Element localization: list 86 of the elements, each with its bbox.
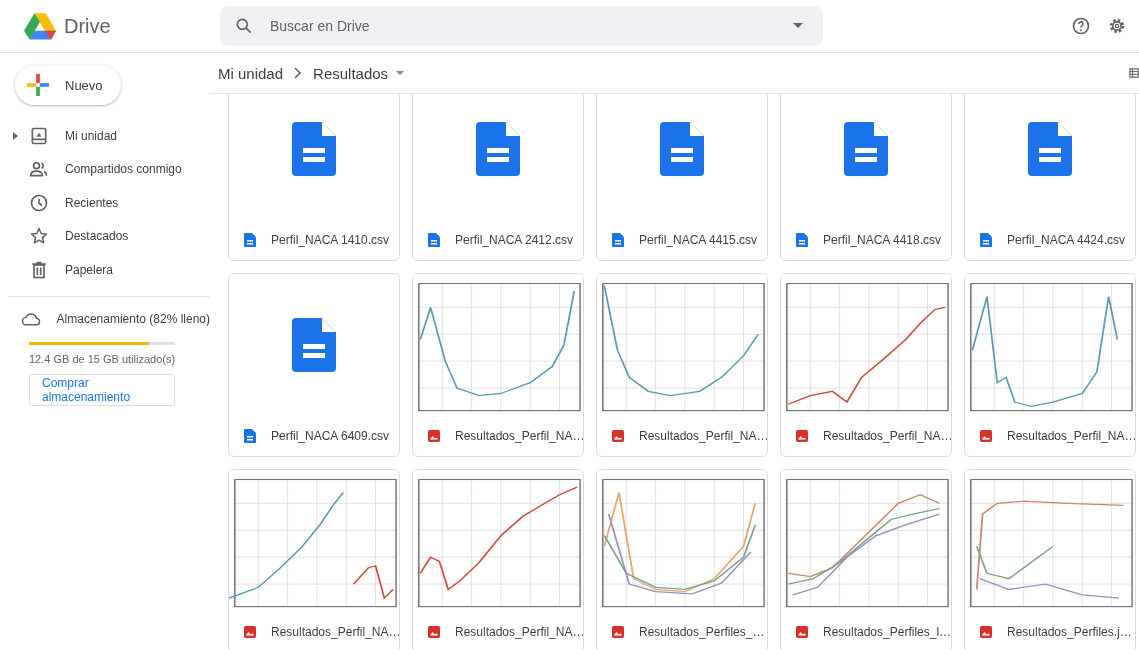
breadcrumb-link[interactable]: Resultados	[313, 64, 389, 82]
file-name: Resultados_Perfil_NA…	[455, 625, 583, 639]
storage-usage: 12.4 GB de 15 GB utilizado(s)	[29, 353, 177, 365]
file-card[interactable]: Resultados_Perfiles_l…	[780, 469, 952, 650]
trash-icon	[29, 259, 49, 280]
file-card[interactable]: Resultados_Perfil_NA…	[964, 273, 1136, 457]
file-card[interactable]: Resultados_Perfil_NA…	[596, 273, 768, 457]
file-name: Resultados_Perfiles.j…	[1007, 625, 1132, 639]
file-name: Resultados_Perfil_NA…	[271, 625, 399, 639]
file-name: Perfil_NACA 1410.csv	[271, 233, 390, 247]
search-input[interactable]: Buscar en Drive	[268, 17, 779, 35]
file-card[interactable]: Perfil_NACA 1410.csv	[228, 94, 400, 261]
search-field[interactable]: Buscar en Drive	[220, 6, 823, 46]
dropdown-icon[interactable]	[793, 23, 803, 29]
document-icon	[292, 318, 336, 372]
file-card[interactable]: Perfil_NACA 2412.csv	[412, 94, 584, 261]
drive-icon	[29, 125, 49, 146]
nav-label: Compartidos conmigo	[65, 162, 182, 177]
document-icon	[476, 122, 520, 176]
sidebar-item[interactable]: Papelera	[0, 253, 210, 287]
file-card[interactable]: Resultados_Perfil_NA…	[228, 469, 400, 650]
file-card[interactable]: Resultados_Perfil_NA…	[780, 273, 952, 457]
document-icon	[844, 122, 888, 176]
document-icon	[244, 233, 256, 247]
image-icon	[796, 625, 808, 639]
storage-item[interactable]: Almacenamiento (82% lleno)	[0, 302, 210, 336]
image-icon	[980, 625, 992, 639]
file-card[interactable]: Resultados_Perfil_NA…	[412, 469, 584, 650]
file-name: Perfil_NACA 4415.csv	[639, 233, 758, 247]
nav-label: Papelera	[65, 262, 114, 277]
star-icon	[29, 226, 49, 247]
file-name: Resultados_Perfil_NA…	[1007, 429, 1135, 443]
sidebar-item[interactable]: Destacados	[0, 219, 210, 253]
file-name: Perfil_NACA 4418.csv	[823, 233, 942, 247]
document-icon	[1028, 122, 1072, 176]
settings-icon[interactable]	[1107, 16, 1127, 36]
list-view-icon[interactable]	[1129, 67, 1139, 79]
drive-logo-icon	[24, 12, 56, 40]
file-name: Perfil_NACA 6409.csv	[271, 429, 390, 443]
file-name: Resultados_Perfiles_…	[639, 625, 765, 639]
file-name: Perfil_NACA 2412.csv	[455, 233, 574, 247]
document-icon	[244, 429, 256, 443]
file-name: Resultados_Perfiles_l…	[823, 625, 951, 639]
new-button[interactable]: Nuevo	[15, 65, 121, 105]
buy-storage-button[interactable]: Comprar almacenamiento	[29, 374, 175, 406]
document-icon	[980, 233, 992, 247]
sidebar-item[interactable]: Compartidos conmigo	[0, 152, 210, 186]
document-icon	[428, 233, 440, 247]
help-icon[interactable]	[1071, 16, 1091, 36]
nav-label: Destacados	[65, 229, 129, 244]
file-card[interactable]: Perfil_NACA 4424.csv	[964, 94, 1136, 261]
nav-label: Recientes	[65, 195, 119, 210]
file-name: Perfil_NACA 4424.csv	[1007, 233, 1126, 247]
clock-icon	[29, 192, 49, 213]
file-card[interactable]: Perfil_NACA 6409.csv	[228, 273, 400, 457]
document-icon	[796, 233, 808, 247]
file-name: Resultados_Perfil_NA…	[823, 429, 951, 443]
file-name: Resultados_Perfil_NA…	[455, 429, 583, 443]
people-icon	[29, 159, 49, 180]
chevron-icon	[294, 67, 303, 79]
image-icon	[244, 625, 256, 639]
search-icon	[234, 16, 254, 36]
sidebar-item[interactable]: Mi unidad	[0, 119, 210, 153]
file-card[interactable]: Perfil_NACA 4415.csv	[596, 94, 768, 261]
plus-icon	[27, 74, 49, 96]
file-name: Resultados_Perfil_NA…	[639, 429, 767, 443]
document-icon	[292, 122, 336, 176]
file-card[interactable]: Perfil_NACA 4418.csv	[780, 94, 952, 261]
file-card[interactable]: Resultados_Perfiles.j…	[964, 469, 1136, 650]
nav-label: Mi unidad	[65, 128, 118, 143]
image-icon	[612, 429, 624, 443]
sidebar-item[interactable]: Recientes	[0, 186, 210, 220]
image-icon	[612, 625, 624, 639]
image-icon	[428, 625, 440, 639]
file-card[interactable]: Resultados_Perfiles_…	[596, 469, 768, 650]
dropdown-icon[interactable]	[396, 70, 405, 76]
app-name: Drive	[64, 14, 111, 38]
document-icon	[660, 122, 704, 176]
image-icon	[796, 429, 808, 443]
storage-label: Almacenamiento (82% lleno)	[56, 312, 210, 327]
document-icon	[612, 233, 624, 247]
image-icon	[980, 429, 992, 443]
expand-arrow-icon[interactable]	[13, 131, 18, 140]
breadcrumb-link[interactable]: Mi unidad	[218, 64, 284, 82]
image-icon	[428, 429, 440, 443]
file-card[interactable]: Resultados_Perfil_NA…	[412, 273, 584, 457]
